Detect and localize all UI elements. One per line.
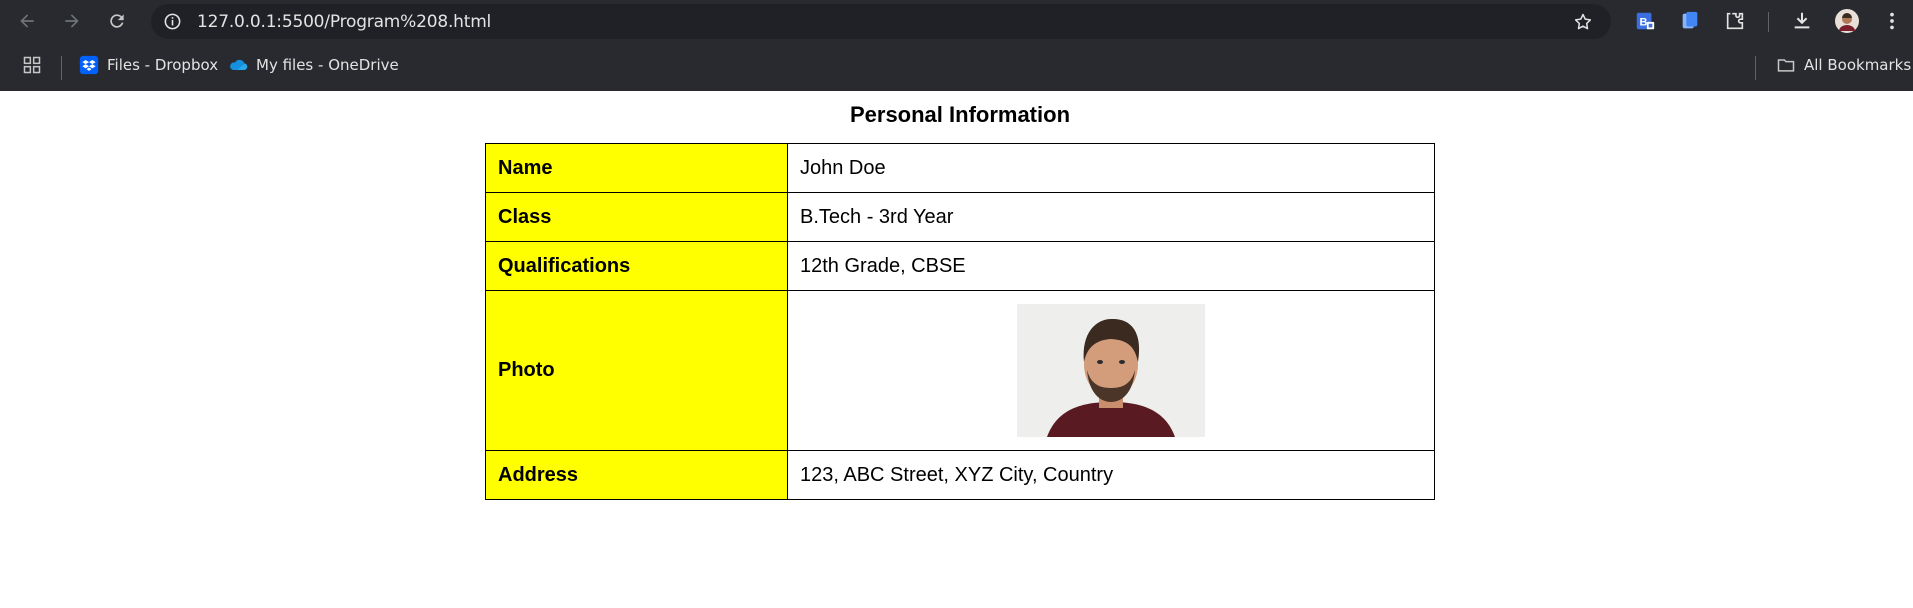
row-key: Photo xyxy=(485,290,788,451)
bookmark-dropbox[interactable]: Files - Dropbox xyxy=(79,55,218,75)
row-key: Address xyxy=(485,450,788,500)
bookmark-star-icon[interactable] xyxy=(1573,12,1593,32)
table-row: Name John Doe xyxy=(485,143,1435,193)
bookmark-onedrive[interactable]: My files - OneDrive xyxy=(228,55,399,75)
photo-cell xyxy=(787,290,1435,451)
arrow-right-icon xyxy=(65,14,79,28)
folder-icon xyxy=(1776,55,1796,75)
bookmarks-separator xyxy=(61,56,62,80)
url-text[interactable]: 127.0.0.1:5500/Program%208.html xyxy=(197,12,491,32)
address-bar[interactable]: 127.0.0.1:5500/Program%208.html xyxy=(151,4,1611,39)
row-key: Qualifications xyxy=(485,241,788,291)
row-key: Class xyxy=(485,192,788,242)
profile-avatar[interactable] xyxy=(1835,9,1859,33)
row-value: 123, ABC Street, XYZ City, Country xyxy=(787,450,1435,500)
all-bookmarks-button[interactable]: All Bookmarks xyxy=(1776,55,1911,75)
personal-info-table: Name John Doe Class B.Tech - 3rd Year Qu… xyxy=(485,143,1435,500)
page-title: Personal Information xyxy=(849,102,1071,127)
page-content: Personal Information Name John Doe Class… xyxy=(0,91,1913,608)
bookmark-label: Files - Dropbox xyxy=(107,56,219,74)
downloads-icon[interactable] xyxy=(1790,9,1814,33)
apps-grid-icon xyxy=(23,56,41,74)
extensions-puzzle-icon[interactable] xyxy=(1723,9,1747,33)
table-row: Qualifications 12th Grade, CBSE xyxy=(485,241,1435,291)
extension-docs-icon[interactable] xyxy=(1678,9,1702,33)
table-row: Class B.Tech - 3rd Year xyxy=(485,192,1435,242)
table-row: Photo xyxy=(485,290,1435,451)
menu-kebab-icon[interactable] xyxy=(1880,9,1904,33)
bookmark-label: My files - OneDrive xyxy=(256,56,399,74)
table-row: Address 123, ABC Street, XYZ City, Count… xyxy=(485,450,1435,500)
browser-toolbar: 127.0.0.1:5500/Program%208.html B xyxy=(0,0,1913,43)
all-bookmarks-label: All Bookmarks xyxy=(1804,56,1912,74)
onedrive-icon xyxy=(228,55,248,75)
back-button[interactable] xyxy=(13,7,41,35)
row-value: B.Tech - 3rd Year xyxy=(787,192,1435,242)
toolbar-separator xyxy=(1768,12,1769,32)
svg-text:B: B xyxy=(1640,17,1648,29)
bookmarks-bar: Files - Dropbox My files - OneDrive All … xyxy=(0,43,1913,91)
dropbox-icon xyxy=(79,55,99,75)
row-value: John Doe xyxy=(787,143,1435,193)
bookmarks-separator xyxy=(1755,56,1756,80)
reload-button[interactable] xyxy=(103,7,131,35)
arrow-left-icon xyxy=(20,14,34,28)
forward-button[interactable] xyxy=(58,7,86,35)
site-info-icon[interactable] xyxy=(163,12,182,31)
apps-button[interactable] xyxy=(22,55,42,75)
row-key: Name xyxy=(485,143,788,193)
reload-icon xyxy=(110,14,124,28)
profile-photo xyxy=(1017,304,1205,437)
extension-shield-icon[interactable]: B xyxy=(1633,9,1657,33)
row-value: 12th Grade, CBSE xyxy=(787,241,1435,291)
